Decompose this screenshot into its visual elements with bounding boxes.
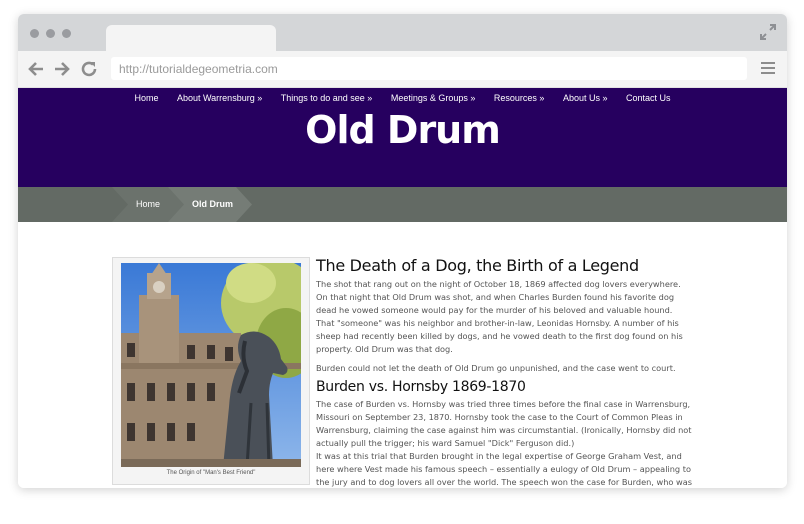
nav-item-meetings-groups[interactable]: Meetings & Groups »: [391, 93, 476, 103]
nav-item-things-to-do[interactable]: Things to do and see »: [281, 93, 373, 103]
back-arrow-icon[interactable]: [26, 59, 46, 79]
article-paragraph: The shot that rang out on the night of O…: [316, 279, 681, 315]
reload-icon[interactable]: [79, 59, 99, 79]
old-drum-statue-photo: [121, 263, 301, 467]
article-paragraph: The case of Burden vs. Hornsby was tried…: [316, 399, 692, 448]
browser-menu-icon[interactable]: [761, 62, 775, 74]
main-nav: Home About Warrensburg » Things to do an…: [18, 93, 787, 103]
figure-caption: The Origin of "Man's Best Friend": [166, 470, 256, 476]
nav-item-contact-us[interactable]: Contact Us: [626, 93, 671, 103]
window-dot-icon[interactable]: [62, 29, 71, 38]
browser-tab[interactable]: [106, 25, 276, 51]
article: The Death of a Dog, the Birth of a Legen…: [316, 256, 694, 488]
site-header: Home About Warrensburg » Things to do an…: [18, 88, 787, 187]
address-bar[interactable]: http://tutorialdegeometria.com: [111, 57, 747, 80]
breadcrumb: Home Old Drum: [18, 187, 787, 222]
window-dot-icon[interactable]: [46, 29, 55, 38]
article-paragraph: That "someone" was his neighbor and brot…: [316, 318, 683, 354]
nav-item-resources[interactable]: Resources »: [494, 93, 545, 103]
page-title: Old Drum: [305, 108, 501, 152]
article-heading: The Death of a Dog, the Birth of a Legen…: [316, 256, 639, 275]
nav-item-about-us[interactable]: About Us »: [563, 93, 608, 103]
forward-arrow-icon[interactable]: [52, 59, 72, 79]
nav-item-about-warrensburg[interactable]: About Warrensburg »: [177, 93, 262, 103]
figure: The Origin of "Man's Best Friend": [112, 257, 310, 485]
browser-titlebar: [18, 14, 787, 51]
main-content: The Origin of "Man's Best Friend" The De…: [18, 222, 787, 488]
fullscreen-icon[interactable]: [759, 23, 777, 41]
nav-item-home[interactable]: Home: [134, 93, 158, 103]
browser-window: http://tutorialdegeometria.com Home Abou…: [18, 14, 787, 488]
article-subheading: Burden vs. Hornsby 1869-1870: [316, 379, 526, 395]
article-paragraph: Burden could not let the death of Old Dr…: [316, 363, 676, 373]
window-dot-icon[interactable]: [30, 29, 39, 38]
article-paragraph: It was at this trial that Burden brought…: [316, 451, 692, 487]
browser-toolbar: http://tutorialdegeometria.com: [18, 51, 787, 88]
